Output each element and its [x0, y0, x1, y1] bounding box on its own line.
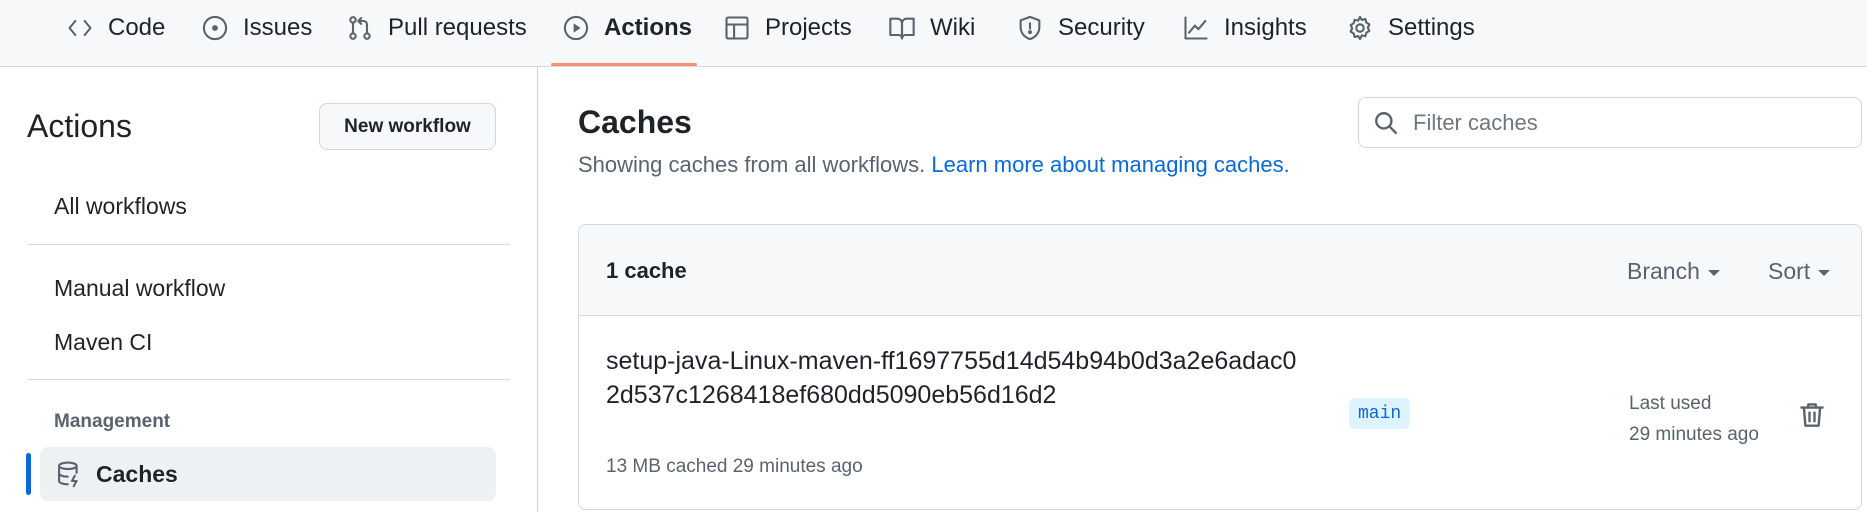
book-icon: [889, 17, 915, 40]
tab-label: Wiki: [930, 14, 976, 41]
branch-filter-label: Branch: [1627, 258, 1700, 284]
last-used-value: 29 minutes ago: [1629, 424, 1759, 445]
last-used: Last used 29 minutes ago: [1629, 388, 1759, 450]
delete-cache-button[interactable]: [1797, 400, 1827, 430]
cache-list: 1 cache Branch Sort setup-java-Linux-mav…: [578, 224, 1862, 510]
sidebar-item-caches[interactable]: Caches: [40, 447, 496, 501]
tab-label: Actions: [604, 14, 693, 41]
gear-icon: [1349, 15, 1371, 41]
cache-list-header: 1 cache Branch Sort: [579, 225, 1861, 316]
shield-icon: [1019, 15, 1041, 41]
graph-icon: [1184, 16, 1208, 40]
cache-count: 1 cache: [606, 258, 687, 283]
sidebar-divider: [537, 67, 538, 512]
database-icon: [58, 461, 78, 488]
tab-code[interactable]: Code: [66, 0, 165, 56]
caret-down-icon: [1707, 270, 1720, 276]
tab-actions[interactable]: Actions: [562, 0, 692, 56]
cache-row: setup-java-Linux-maven-ff1697755d14d54b9…: [579, 316, 1861, 509]
page-subtitle: Showing caches from all workflows. Learn…: [578, 152, 1290, 178]
tab-label: Code: [108, 14, 166, 41]
page-title: Caches: [578, 104, 692, 140]
sidebar-item-maven-ci[interactable]: Maven CI: [54, 329, 152, 356]
repo-navigation: Code Issues Pull requests Actions Projec…: [0, 0, 1867, 67]
tab-issues[interactable]: Issues: [201, 0, 312, 56]
branch-filter-dropdown[interactable]: Branch: [1627, 258, 1720, 285]
tab-label: Issues: [243, 14, 313, 41]
learn-more-link[interactable]: Learn more about managing caches.: [931, 152, 1289, 177]
active-item-indicator: [26, 453, 31, 495]
sort-dropdown[interactable]: Sort: [1768, 258, 1831, 285]
sidebar-item-manual-workflow[interactable]: Manual workflow: [54, 275, 225, 302]
sidebar-section-management: Management: [54, 411, 171, 432]
tab-projects[interactable]: Projects: [723, 0, 852, 56]
tab-label: Projects: [765, 14, 852, 41]
trash-icon: [1800, 403, 1824, 427]
sidebar-title: Actions: [27, 108, 132, 144]
tab-label: Pull requests: [388, 14, 527, 41]
issue-opened-icon: [202, 15, 228, 41]
subtitle-text: Showing caches from all workflows.: [578, 152, 926, 177]
branch-label[interactable]: main: [1349, 398, 1411, 429]
active-tab-indicator: [551, 63, 697, 66]
tab-pull-requests[interactable]: Pull requests: [346, 0, 527, 56]
tab-settings[interactable]: Settings: [1346, 0, 1475, 56]
sort-label: Sort: [1768, 258, 1811, 284]
tab-insights[interactable]: Insights: [1182, 0, 1307, 56]
tab-label: Insights: [1224, 14, 1307, 41]
code-icon: [68, 19, 92, 37]
sidebar-separator: [27, 379, 510, 380]
filter-caches-input[interactable]: [1413, 109, 1833, 136]
filter-caches-field[interactable]: [1358, 97, 1862, 148]
table-icon: [725, 16, 749, 40]
git-pull-request-icon: [349, 16, 371, 40]
tab-wiki[interactable]: Wiki: [888, 0, 975, 56]
sidebar-item-all-workflows[interactable]: All workflows: [54, 193, 187, 220]
cache-key: setup-java-Linux-maven-ff1697755d14d54b9…: [606, 347, 1297, 409]
tab-label: Security: [1058, 14, 1145, 41]
caret-down-icon: [1818, 270, 1831, 276]
sidebar-item-label: Caches: [96, 460, 178, 487]
last-used-label: Last used: [1629, 393, 1712, 414]
tab-label: Settings: [1388, 14, 1475, 41]
search-icon: [1375, 111, 1397, 134]
tab-security[interactable]: Security: [1016, 0, 1145, 56]
cache-meta: 13 MB cached 29 minutes ago: [606, 456, 863, 477]
sidebar-separator: [27, 244, 510, 245]
play-icon: [563, 15, 589, 41]
new-workflow-button[interactable]: New workflow: [319, 103, 496, 150]
